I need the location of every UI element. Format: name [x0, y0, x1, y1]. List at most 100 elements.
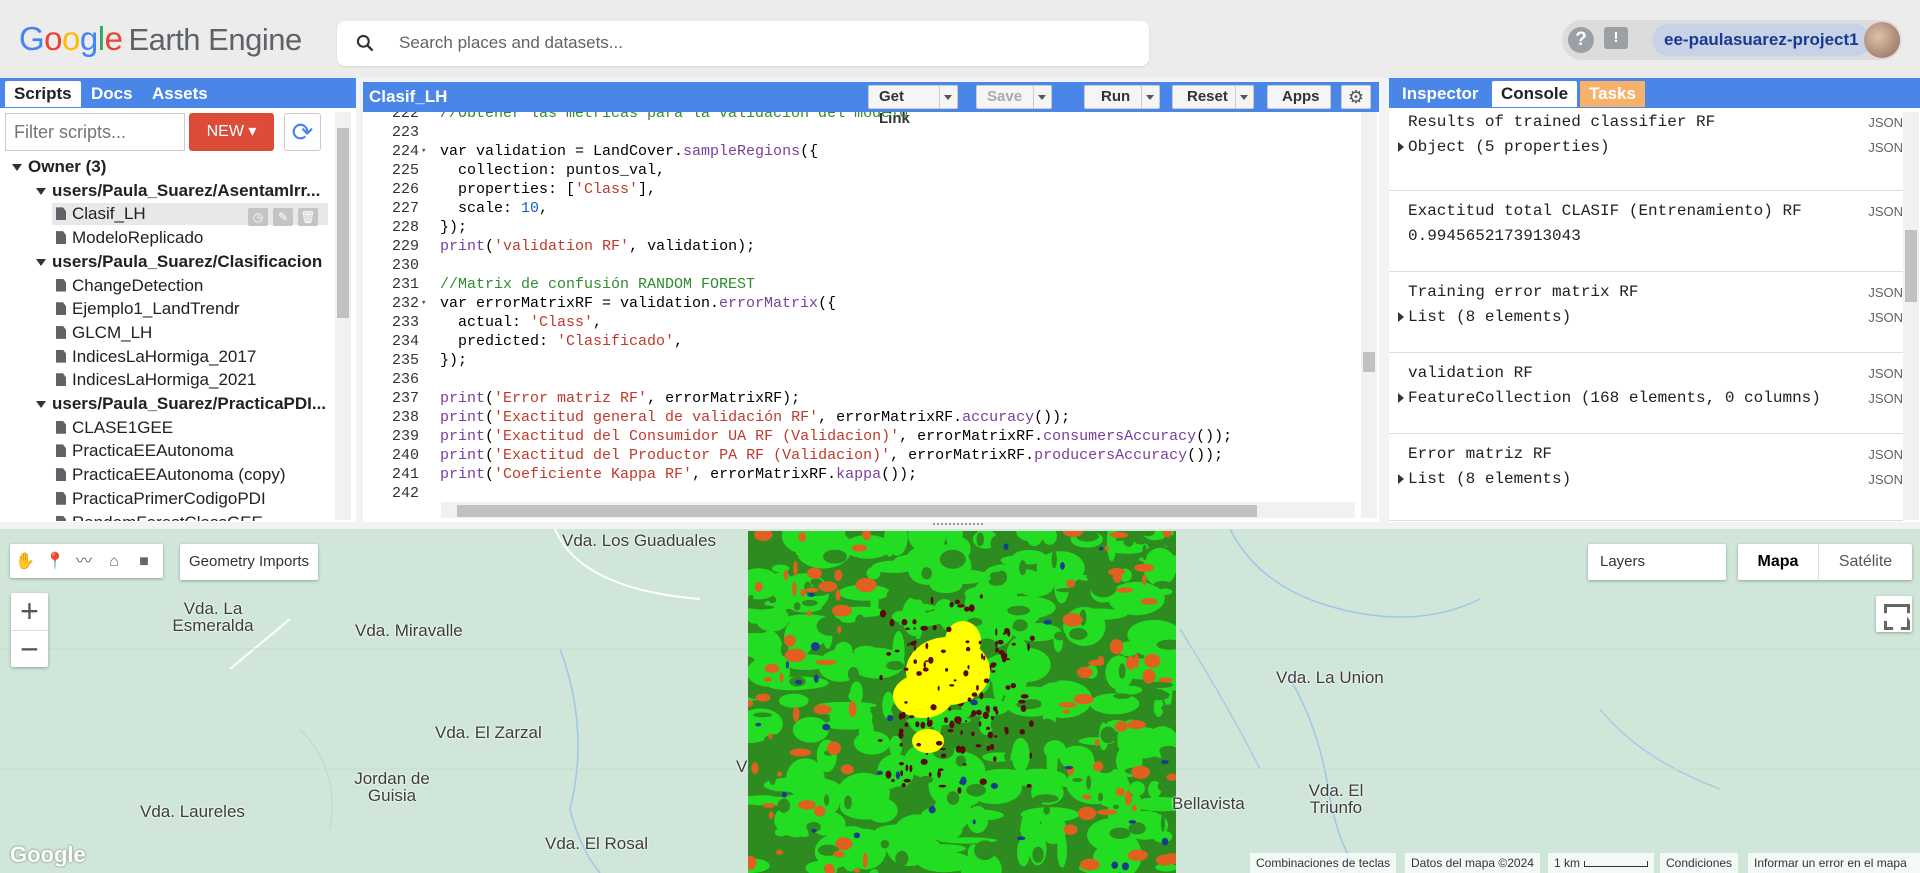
- json-toggle[interactable]: JSON: [1868, 204, 1903, 219]
- json-toggle[interactable]: JSON: [1868, 140, 1903, 155]
- chevron-down-icon[interactable]: [1141, 86, 1159, 108]
- scrollbar-thumb[interactable]: [1363, 352, 1375, 372]
- land-cover-patch: [1058, 702, 1077, 708]
- save-label: Save: [987, 88, 1023, 105]
- json-toggle[interactable]: JSON: [1868, 366, 1903, 381]
- json-toggle[interactable]: JSON: [1868, 115, 1903, 130]
- filter-scripts-input[interactable]: [5, 113, 185, 151]
- json-toggle[interactable]: JSON: [1868, 310, 1903, 325]
- json-toggle[interactable]: JSON: [1868, 472, 1903, 487]
- editor-hscrollbar[interactable]: [441, 502, 1355, 518]
- fold-toggle-icon[interactable]: ▾: [421, 294, 426, 313]
- search-box[interactable]: [337, 21, 1149, 66]
- save-button[interactable]: Save: [976, 85, 1052, 109]
- project-selector[interactable]: ee-paulasuarez-project1: [1652, 24, 1871, 56]
- tree-file[interactable]: IndicesLaHormiga_2017: [56, 346, 256, 368]
- tree-folder[interactable]: Owner (3): [12, 156, 106, 178]
- tab-inspector[interactable]: Inspector: [1393, 81, 1488, 107]
- tree-file[interactable]: IndicesLaHormiga_2021: [56, 369, 256, 391]
- chevron-down-icon[interactable]: [1033, 86, 1051, 108]
- tree-file[interactable]: PracticaPrimerCodigoPDI: [56, 488, 266, 510]
- map-type-map[interactable]: Mapa: [1738, 544, 1818, 580]
- json-toggle[interactable]: JSON: [1868, 447, 1903, 462]
- reset-button[interactable]: Reset: [1172, 85, 1254, 109]
- json-toggle[interactable]: JSON: [1868, 285, 1903, 300]
- editor-scrollbar[interactable]: [1361, 112, 1377, 518]
- tree-file[interactable]: GLCM_LH: [56, 322, 152, 344]
- scrollbar-thumb[interactable]: [1905, 230, 1917, 302]
- map-view[interactable]: [0, 529, 1920, 873]
- land-cover-patch: [904, 701, 908, 704]
- feedback-icon[interactable]: !: [1604, 27, 1628, 49]
- tree-file[interactable]: ChangeDetection: [56, 275, 203, 297]
- json-toggle[interactable]: JSON: [1868, 391, 1903, 406]
- tree-file[interactable]: PracticaEEAutonoma: [56, 440, 234, 462]
- tree-file[interactable]: PracticaEEAutonoma (copy): [56, 464, 286, 486]
- geometry-imports-button[interactable]: Geometry Imports: [180, 544, 318, 580]
- marker-icon[interactable]: 📍: [45, 552, 65, 572]
- fullscreen-icon[interactable]: [1876, 596, 1912, 632]
- land-cover-patch: [954, 599, 960, 605]
- scale-bar[interactable]: 1 km: [1548, 853, 1654, 873]
- expandable-value[interactable]: List (8 elements): [1397, 468, 1571, 490]
- tree-file[interactable]: Clasif_LH ◷ ✎ 🗑: [52, 203, 328, 227]
- run-button[interactable]: Run: [1084, 85, 1160, 109]
- expandable-value[interactable]: Object (5 properties): [1398, 136, 1610, 158]
- layers-button[interactable]: Layers: [1588, 544, 1726, 580]
- hand-icon[interactable]: ✋: [15, 552, 35, 572]
- expandable-value[interactable]: FeatureCollection (168 elements, 0 colum…: [1398, 387, 1821, 409]
- land-cover-patch: [989, 743, 995, 750]
- tree-file[interactable]: ModeloReplicado: [56, 227, 203, 249]
- terms-link[interactable]: Condiciones: [1660, 853, 1739, 873]
- help-icon[interactable]: ?: [1568, 27, 1594, 53]
- chevron-down-icon[interactable]: [1235, 86, 1253, 108]
- scrollbar-thumb[interactable]: [457, 505, 1257, 517]
- avatar[interactable]: [1864, 22, 1900, 58]
- land-cover-patch: [997, 639, 1004, 645]
- file-icon: [56, 420, 66, 434]
- delete-icon[interactable]: 🗑: [298, 208, 318, 227]
- tree-file[interactable]: CLASE1GEE: [56, 417, 173, 439]
- land-cover-patch: [932, 624, 937, 631]
- tab-tasks[interactable]: Tasks: [1580, 81, 1645, 107]
- edit-icon[interactable]: ✎: [273, 208, 293, 227]
- tree-folder[interactable]: users/Paula_Suarez/Clasificacion: [36, 251, 322, 273]
- chevron-down-icon[interactable]: [939, 86, 957, 108]
- land-cover-patch: [1004, 727, 1009, 735]
- land-cover-patch: [854, 556, 860, 574]
- refresh-icon[interactable]: ⟳: [284, 113, 321, 151]
- zoom-out-button[interactable]: −: [11, 630, 48, 667]
- land-cover-patch: [928, 772, 932, 777]
- rectangle-icon[interactable]: ■: [134, 552, 154, 572]
- apps-button[interactable]: Apps: [1267, 85, 1331, 109]
- tab-scripts[interactable]: Scripts: [5, 81, 81, 107]
- console-text: Exactitud total CLASIF (Entrenamiento) R…: [1408, 202, 1802, 220]
- tree-file[interactable]: Ejemplo1_LandTrendr: [56, 298, 240, 320]
- tab-console[interactable]: Console: [1492, 81, 1578, 107]
- search-input[interactable]: [399, 31, 1099, 55]
- map-type-satellite[interactable]: Satélite: [1818, 544, 1912, 580]
- history-icon[interactable]: ◷: [248, 208, 268, 227]
- tree-folder[interactable]: users/Paula_Suarez/PracticaPDI...: [36, 393, 326, 415]
- zoom-in-button[interactable]: +: [11, 593, 48, 630]
- scripts-scrollbar[interactable]: [335, 112, 351, 520]
- expandable-value[interactable]: List (8 elements): [1397, 306, 1571, 328]
- keyboard-shortcuts-link[interactable]: Combinaciones de teclas: [1250, 853, 1397, 873]
- polygon-icon[interactable]: ⌂: [104, 552, 124, 572]
- get-link-button[interactable]: Get Link: [868, 85, 958, 127]
- tree-folder[interactable]: users/Paula_Suarez/AsentamIrr...: [36, 180, 320, 202]
- code-area[interactable]: 222 //Obtener las métricas para la valida…: [363, 112, 1363, 502]
- gear-icon[interactable]: ⚙: [1341, 85, 1371, 109]
- report-error-link[interactable]: Informar un error en el mapa: [1748, 853, 1920, 873]
- tree-file[interactable]: RandomForestClassGEE: [56, 512, 263, 521]
- earth-engine-logo[interactable]: Google Earth Engine: [19, 20, 302, 58]
- scrollbar-thumb[interactable]: [337, 128, 349, 318]
- line-icon[interactable]: 〰: [74, 552, 94, 572]
- land-cover-patch: [853, 731, 891, 755]
- console-scrollbar[interactable]: [1903, 112, 1919, 520]
- console-text: Error matriz RF: [1408, 445, 1553, 463]
- tab-assets[interactable]: Assets: [143, 81, 217, 107]
- fold-toggle-icon[interactable]: ▾: [421, 142, 426, 161]
- tab-docs[interactable]: Docs: [82, 81, 142, 107]
- new-button[interactable]: NEW ▾: [189, 113, 274, 151]
